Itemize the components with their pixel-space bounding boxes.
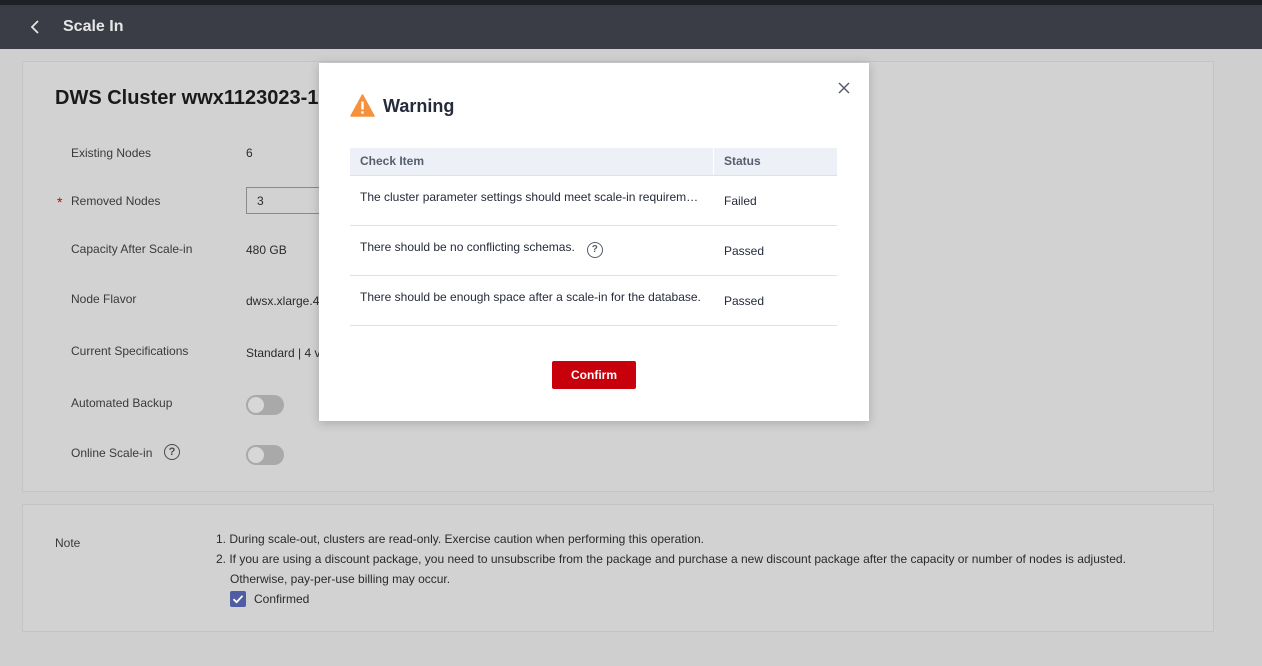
table-row: There should be enough space after a sca… [350, 276, 837, 326]
confirm-button[interactable]: Confirm [552, 361, 636, 389]
cluster-title: DWS Cluster wwx1123023-1 [55, 87, 319, 109]
table-header: Check Item Status [350, 148, 837, 176]
help-icon[interactable]: ? [586, 242, 603, 258]
warning-icon [350, 94, 375, 117]
table-row: The cluster parameter settings should me… [350, 176, 837, 226]
check-table: Check Item Status The cluster parameter … [350, 148, 837, 326]
capacity-value: 480 GB [246, 243, 287, 257]
page-header: Scale In [0, 5, 1262, 49]
column-header-status: Status [724, 154, 761, 168]
help-icon[interactable]: ? [164, 444, 180, 460]
confirmed-checkbox[interactable] [230, 591, 246, 607]
check-item-text: There should be enough space after a sca… [360, 290, 701, 304]
check-item-text: There should be no conflicting schemas. [360, 240, 575, 254]
close-icon [838, 82, 850, 94]
required-asterisk: * [57, 194, 63, 210]
capacity-label: Capacity After Scale-in [71, 242, 193, 256]
online-scalein-toggle[interactable] [246, 445, 284, 465]
confirmed-label: Confirmed [254, 592, 310, 606]
check-status: Passed [724, 294, 765, 308]
check-status: Passed [724, 244, 765, 258]
current-spec-value: Standard | 4 v [246, 346, 321, 360]
node-flavor-label: Node Flavor [71, 292, 137, 306]
note-line-1: 1. During scale-out, clusters are read-o… [216, 532, 705, 546]
note-label: Note [55, 536, 81, 550]
dialog-title: Warning [383, 96, 455, 116]
page-title: Scale In [63, 18, 124, 35]
automated-backup-label: Automated Backup [71, 396, 173, 410]
existing-nodes-value: 6 [246, 146, 253, 160]
chevron-left-icon [30, 20, 39, 34]
node-flavor-value: dwsx.xlarge.4 [246, 294, 320, 308]
column-header-check-item: Check Item [350, 148, 714, 175]
warning-dialog: Warning Check Item Status The cluster pa… [319, 63, 869, 421]
automated-backup-toggle[interactable] [246, 395, 284, 415]
check-status: Failed [724, 194, 757, 208]
existing-nodes-label: Existing Nodes [71, 146, 152, 160]
back-button[interactable] [26, 17, 46, 37]
note-card: Note 1. During scale-out, clusters are r… [22, 504, 1214, 632]
checkmark-icon [232, 595, 244, 604]
current-spec-label: Current Specifications [71, 344, 189, 358]
table-row: There should be no conflicting schemas.?… [350, 226, 837, 276]
removed-nodes-label: Removed Nodes [71, 194, 161, 208]
note-line-3: Otherwise, pay-per-use billing may occur… [230, 572, 451, 586]
close-button[interactable] [837, 81, 851, 95]
note-line-2: 2. If you are using a discount package, … [216, 552, 1126, 566]
removed-nodes-input[interactable] [246, 187, 322, 214]
online-scalein-label: Online Scale-in [71, 446, 153, 460]
check-item-text: The cluster parameter settings should me… [360, 190, 704, 204]
